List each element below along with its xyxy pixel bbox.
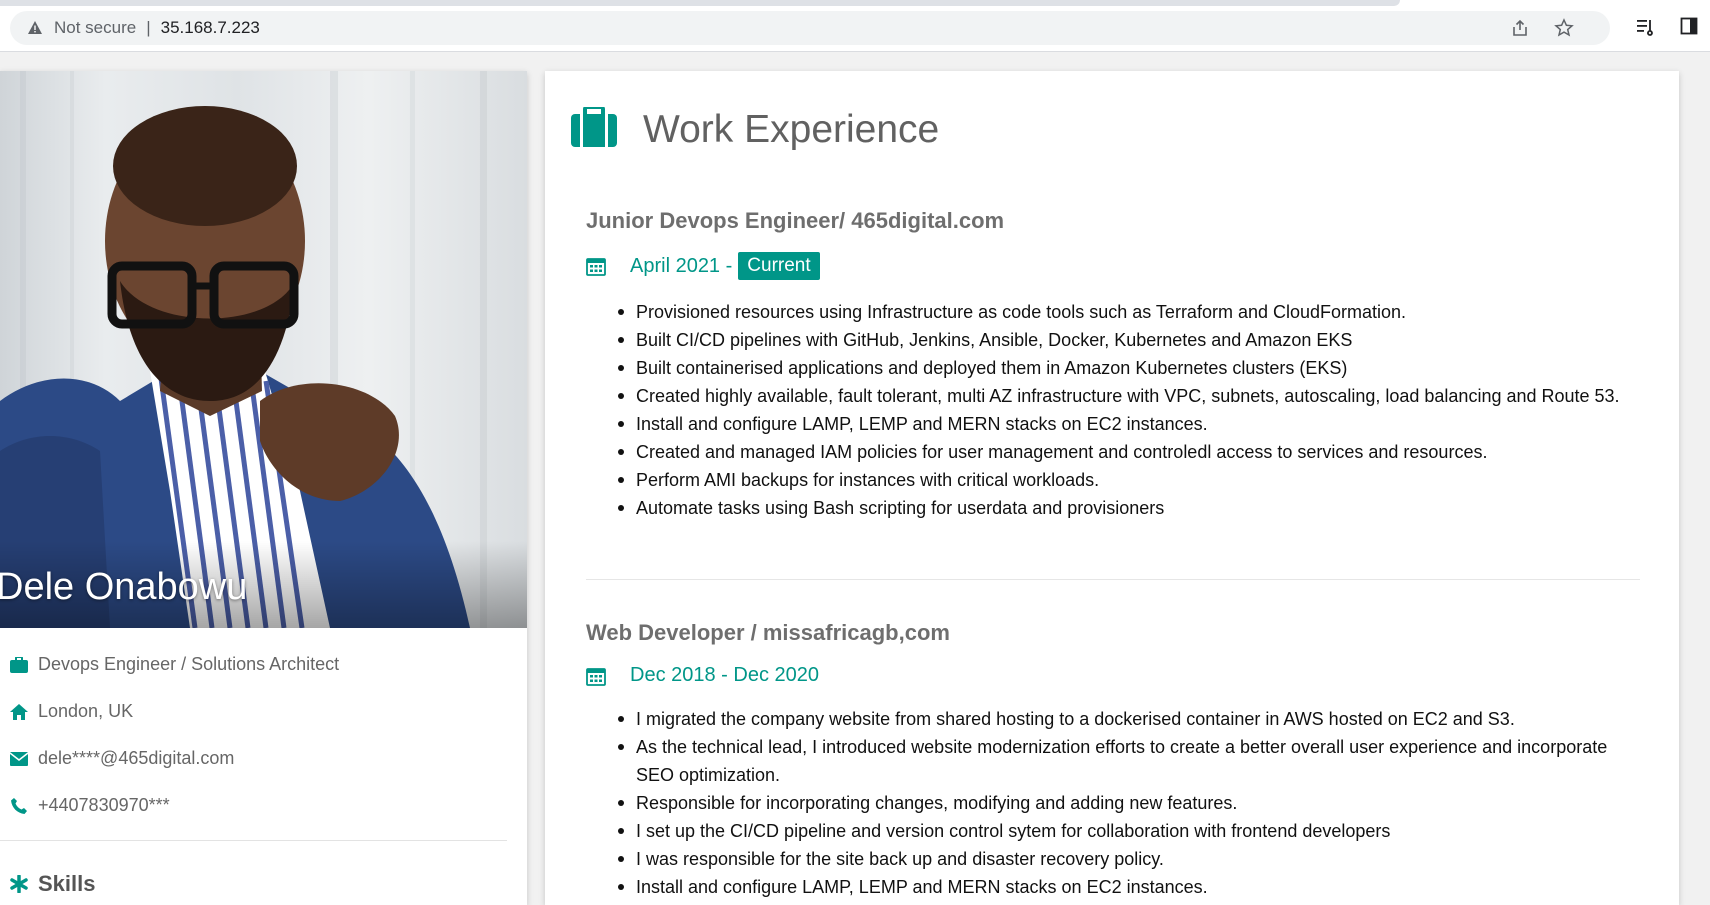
browser-toolbar: Not secure | 35.168.7.223 <box>0 0 1710 52</box>
tab-strip-edge <box>0 0 1400 6</box>
work-experience-card: Work Experience Junior Devops Engineer/ … <box>545 71 1679 905</box>
job-bullet: Responsible for incorporating changes, m… <box>616 789 1640 817</box>
address-bar[interactable]: Not secure | 35.168.7.223 <box>10 11 1610 45</box>
job-date: Dec 2018 - Dec 2020 <box>630 664 820 686</box>
calendar-icon <box>586 256 608 276</box>
skills-heading: Skills <box>38 871 96 896</box>
asterisk-icon <box>0 875 38 893</box>
home-icon <box>0 703 38 720</box>
profile-name: Dele Onabowu <box>0 566 248 608</box>
job-bullet: Created highly available, fault tolerant… <box>616 382 1640 410</box>
star-icon[interactable] <box>1553 17 1575 39</box>
job-bullet: Provisioned resources using Infrastructu… <box>616 298 1640 326</box>
profile-info-list: Devops Engineer / Solutions Architect Lo… <box>0 641 527 829</box>
job-bullet: I migrated the company website from shar… <box>616 705 1640 733</box>
warning-icon[interactable] <box>26 19 44 37</box>
info-role: Devops Engineer / Solutions Architect <box>0 641 527 688</box>
profile-photo: Dele Onabowu <box>0 71 527 628</box>
job-date-row: April 2021 - Current <box>586 252 1640 280</box>
job-bullets: I migrated the company website from shar… <box>616 705 1640 901</box>
address-separator: | <box>146 18 151 37</box>
job-entry: Junior Devops Engineer/ 465digital.com A… <box>586 208 1640 522</box>
job-bullet: Created and managed IAM policies for use… <box>616 438 1640 466</box>
job-title: Junior Devops Engineer/ 465digital.com <box>586 208 1005 233</box>
share-icon[interactable] <box>1509 17 1531 39</box>
job-bullets: Provisioned resources using Infrastructu… <box>616 298 1640 522</box>
job-bullet: I set up the CI/CD pipeline and version … <box>616 817 1640 845</box>
envelope-icon <box>0 751 38 766</box>
job-bullet: Perform AMI backups for instances with c… <box>616 466 1640 494</box>
job-bullet: Built containerised applications and dep… <box>616 354 1640 382</box>
work-experience-title: Work Experience <box>643 107 940 151</box>
side-panel-icon[interactable] <box>1678 15 1700 37</box>
suitcase-icon <box>571 105 617 152</box>
info-location: London, UK <box>0 688 527 735</box>
info-email: dele****@465digital.com <box>0 735 527 782</box>
job-bullet: As the technical lead, I introduced webs… <box>616 733 1640 789</box>
info-role-text: Devops Engineer / Solutions Architect <box>38 654 340 674</box>
skills-heading-row: Skills <box>0 871 95 897</box>
info-phone-text: +4407830970*** <box>38 795 170 815</box>
url-text[interactable]: 35.168.7.223 <box>161 18 260 38</box>
calendar-icon <box>586 666 608 686</box>
job-bullet: Built CI/CD pipelines with GitHub, Jenki… <box>616 326 1640 354</box>
reading-list-icon[interactable] <box>1634 15 1656 37</box>
job-date-row: Dec 2018 - Dec 2020 <box>586 664 1640 687</box>
security-label[interactable]: Not secure <box>54 18 136 38</box>
info-email-text[interactable]: dele****@465digital.com <box>38 748 234 769</box>
work-experience-header: Work Experience <box>571 105 940 152</box>
job-date: April 2021 - <box>630 254 733 277</box>
job-bullet: Install and configure LAMP, LEMP and MER… <box>616 410 1640 438</box>
profile-divider <box>0 840 507 841</box>
info-phone: +4407830970*** <box>0 782 527 829</box>
current-badge: Current <box>738 252 820 280</box>
briefcase-icon <box>0 656 38 673</box>
job-bullet: I was responsible for the site back up a… <box>616 845 1640 873</box>
job-bullet: Install and configure LAMP, LEMP and MER… <box>616 873 1640 901</box>
job-divider <box>586 579 1640 580</box>
job-entry: Web Developer / missafricagb,com Dec 201… <box>586 620 1640 901</box>
info-location-text: London, UK <box>38 701 134 721</box>
job-bullet: Automate tasks using Bash scripting for … <box>616 494 1640 522</box>
job-title: Web Developer / missafricagb,com <box>586 620 950 645</box>
profile-card: Dele Onabowu Devops Engineer / Solutions… <box>0 71 527 905</box>
phone-icon <box>0 797 38 814</box>
